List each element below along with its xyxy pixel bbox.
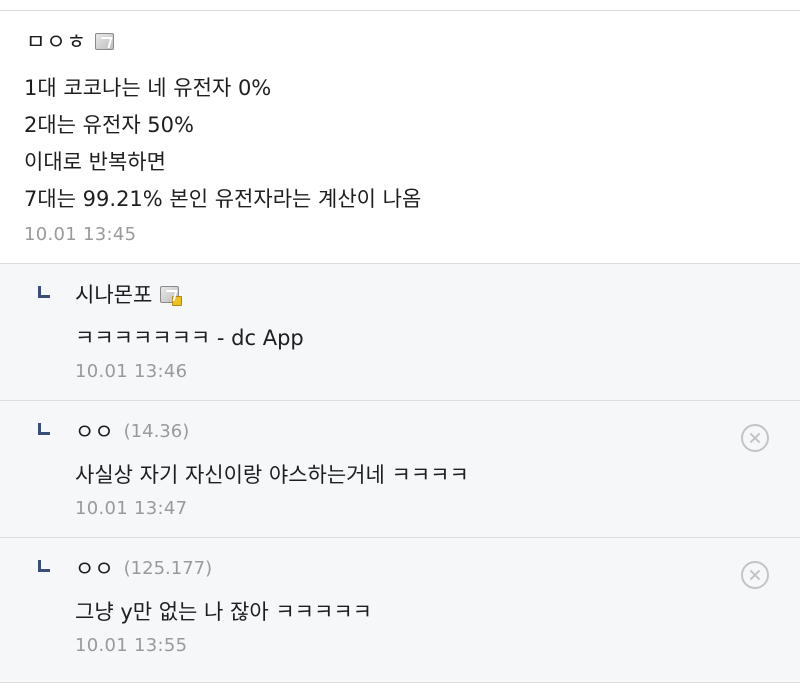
reply-author-name[interactable]: ㅇㅇ	[75, 553, 114, 583]
reply-item: ㅇㅇ (125.177) 그냥 y만 없는 나 잖아 ㅋㅋㅋㅋㅋ 10.01 1…	[0, 537, 800, 683]
reply-author-name[interactable]: ㅇㅇ	[75, 416, 114, 446]
comment-line: 이대로 반복하면	[24, 150, 166, 174]
reply-item: ㅇㅇ (14.36) 사실상 자기 자신이랑 야스하는거네 ㅋㅋㅋㅋ 10.01…	[0, 400, 800, 537]
gallog-icon[interactable]	[160, 285, 183, 306]
comment-author[interactable]: ㅁㅇㅎ	[26, 26, 114, 56]
reply-ip: (14.36)	[123, 420, 190, 442]
reply-author[interactable]: ㅇㅇ (14.36)	[75, 416, 189, 446]
reply-arrow-icon	[38, 423, 50, 435]
delete-reply-icon[interactable]	[741, 424, 769, 452]
reply-timestamp: 10.01 13:55	[75, 635, 188, 656]
comment-author-name[interactable]: ㅁㅇㅎ	[26, 26, 87, 56]
comment-line: 7대는 99.21% 본인 유전자라는 계산이 나옴	[24, 187, 422, 211]
reply-text: 사실상 자기 자신이랑 야스하는거네 ㅋㅋㅋㅋ	[75, 463, 469, 487]
reply-list: 시나몬포 ㅋㅋㅋㅋㅋㅋㅋ - dc App 10.01 13:46 ㅇㅇ (14…	[0, 263, 800, 683]
reply-author[interactable]: ㅇㅇ (125.177)	[75, 553, 212, 583]
reply-author-name[interactable]: 시나몬포	[75, 279, 152, 309]
reply-text: ㅋㅋㅋㅋㅋㅋㅋ - dc App	[75, 326, 304, 350]
reply-text: 그냥 y만 없는 나 잖아 ㅋㅋㅋㅋㅋ	[75, 600, 372, 624]
reply-ip: (125.177)	[123, 557, 213, 579]
reply-arrow-icon	[38, 560, 50, 572]
gallog-icon[interactable]	[94, 32, 114, 50]
comment-timestamp: 10.01 13:45	[24, 224, 137, 245]
comment-body: 1대 코코나는 네 유전자 0% 2대는 유전자 50% 이대로 반복하면 7대…	[24, 70, 421, 218]
delete-reply-icon[interactable]	[741, 561, 769, 589]
reply-timestamp: 10.01 13:46	[75, 361, 188, 382]
comment-line: 2대는 유전자 50%	[24, 113, 194, 137]
reply-arrow-icon	[38, 286, 50, 298]
comment-line: 1대 코코나는 네 유전자 0%	[24, 76, 272, 100]
reply-timestamp: 10.01 13:47	[75, 498, 188, 519]
reply-item: 시나몬포 ㅋㅋㅋㅋㅋㅋㅋ - dc App 10.01 13:46	[0, 263, 800, 400]
reply-author[interactable]: 시나몬포	[75, 279, 183, 309]
